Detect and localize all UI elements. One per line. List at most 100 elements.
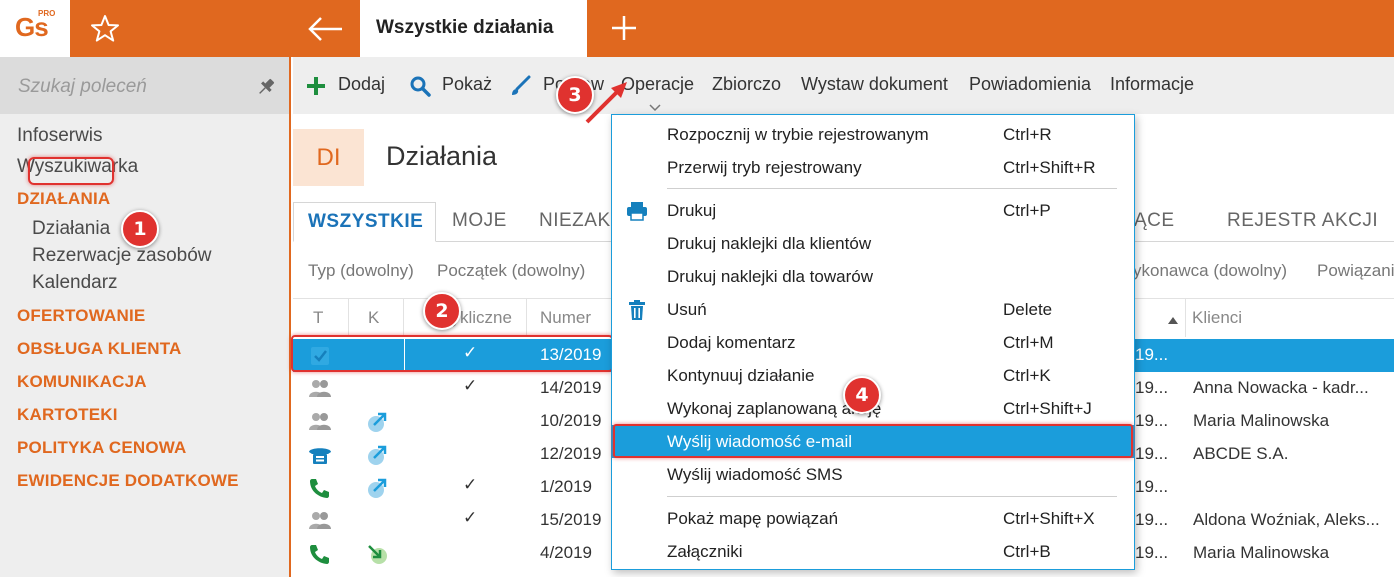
- menu-item-add-comment[interactable]: Dodaj komentarz Ctrl+M: [612, 326, 1134, 359]
- sidebar-section-polityka-cenowa[interactable]: POLITYKA CENOWA: [17, 438, 187, 458]
- app-logo[interactable]: Gs PRO: [0, 0, 70, 57]
- meeting-icon: [307, 377, 333, 401]
- sidebar-item-rezerwacje-zasobow[interactable]: Rezerwacje zasobów: [32, 245, 212, 267]
- pin-icon[interactable]: [255, 76, 277, 98]
- sidebar-section-ofertowanie[interactable]: OFERTOWANIE: [17, 306, 145, 326]
- sort-ascending-icon[interactable]: [1167, 312, 1179, 324]
- outgoing-icon: [365, 410, 391, 434]
- sidebar-section-komunikacja[interactable]: KOMUNIKACJA: [17, 372, 147, 392]
- tab-wszystkie[interactable]: WSZYSTKIE: [293, 202, 436, 242]
- menu-item-attachments[interactable]: Załączniki Ctrl+B: [612, 535, 1134, 568]
- column-separator: [526, 299, 527, 337]
- menu-item-stop-recorded-mode[interactable]: Przerwij tryb rejestrowany Ctrl+Shift+R: [612, 151, 1134, 184]
- show-button[interactable]: Pokaż: [442, 74, 492, 98]
- information-button[interactable]: Informacje: [1110, 74, 1194, 98]
- step-marker-4: 4: [843, 376, 881, 414]
- cell-date: 19...: [1135, 510, 1169, 529]
- new-tab-plus-icon[interactable]: [608, 12, 640, 44]
- chevron-down-icon[interactable]: [648, 100, 662, 112]
- meeting-icon: [307, 410, 333, 434]
- menu-item-label: Drukuj naklejki dla klientów: [667, 234, 872, 253]
- column-header-k[interactable]: K: [368, 308, 379, 328]
- column-separator: [348, 299, 349, 337]
- menu-item-print-product-labels[interactable]: Drukuj naklejki dla towarów: [612, 260, 1134, 293]
- sidebar-item-infoserwis[interactable]: Infoserwis: [17, 125, 103, 147]
- menu-item-shortcut: Delete: [1003, 300, 1053, 319]
- operations-dropdown-menu: Rozpocznij w trybie rejestrowanym Ctrl+R…: [611, 114, 1135, 570]
- cell-clients: Maria Malinowska: [1193, 543, 1330, 562]
- menu-item-label: Kontynuuj działanie: [667, 366, 815, 385]
- favorites-star-icon[interactable]: [88, 12, 122, 46]
- step-marker-1: 1: [121, 210, 159, 248]
- phone-icon: [307, 542, 333, 566]
- tab-biezace[interactable]: ĄCE: [1134, 210, 1175, 232]
- menu-item-label: Rozpocznij w trybie rejestrowanym: [667, 125, 929, 144]
- plus-icon[interactable]: [305, 75, 327, 97]
- back-arrow-icon[interactable]: [304, 12, 348, 46]
- tab-moje[interactable]: MOJE: [452, 210, 507, 232]
- cell-date: 19...: [1135, 444, 1169, 463]
- column-header-number[interactable]: Numer: [540, 308, 591, 328]
- filter-type[interactable]: Typ (dowolny): [308, 261, 414, 281]
- sidebar-section-kartoteki[interactable]: KARTOTEKI: [17, 405, 118, 425]
- menu-item-send-sms[interactable]: Wyślij wiadomość SMS: [612, 458, 1134, 491]
- cell-clients: ABCDE S.A.: [1193, 444, 1289, 463]
- column-separator: [403, 299, 404, 337]
- column-header-clients[interactable]: Klienci: [1192, 308, 1242, 328]
- menu-item-label: Wyślij wiadomość SMS: [667, 465, 843, 484]
- menu-item-label: Drukuj: [667, 201, 717, 220]
- menu-item-show-relations-map[interactable]: Pokaż mapę powiązań Ctrl+Shift+X: [612, 502, 1134, 535]
- sidebar-section-dzialania[interactable]: DZIAŁANIA: [17, 189, 110, 209]
- menu-item-start-recorded-mode[interactable]: Rozpocznij w trybie rejestrowanym Ctrl+R: [612, 118, 1134, 151]
- cell-number: 14/2019: [540, 378, 602, 397]
- selected-item-highlight: [28, 157, 114, 185]
- menu-item-delete[interactable]: Usuń Delete: [612, 293, 1134, 326]
- tab-rejestr-akcji[interactable]: REJESTR AKCJI: [1227, 210, 1378, 232]
- filter-start[interactable]: Początek (dowolny): [437, 261, 585, 281]
- cell-number: 12/2019: [540, 444, 602, 463]
- sidebar-item-dzialania[interactable]: Działania: [32, 218, 110, 240]
- brush-icon[interactable]: [509, 75, 531, 97]
- menu-item-shortcut: Ctrl+B: [1003, 542, 1051, 561]
- cell-date: 19...: [1135, 411, 1169, 430]
- column-separator: [1185, 299, 1186, 337]
- cell-date: 19...: [1135, 345, 1169, 364]
- top-bar: Gs PRO Wszystkie działania: [0, 0, 1394, 57]
- trash-icon: [626, 299, 648, 321]
- selected-row-highlight: [291, 335, 613, 372]
- menu-item-shortcut: Ctrl+Shift+X: [1003, 509, 1095, 528]
- menu-item-print[interactable]: Drukuj Ctrl+P: [612, 194, 1134, 227]
- cell-number: 1/2019: [540, 477, 592, 496]
- search-icon[interactable]: [409, 75, 431, 97]
- cell-clients: Anna Nowacka - kadr...: [1193, 378, 1369, 397]
- menu-item-label: Pokaż mapę powiązań: [667, 509, 839, 528]
- outgoing-icon: [365, 476, 391, 500]
- issue-document-button[interactable]: Wystaw dokument: [801, 74, 948, 98]
- notifications-button[interactable]: Powiadomienia: [969, 74, 1091, 98]
- cyclic-check: ✓: [463, 475, 478, 494]
- fax-icon: [307, 443, 333, 467]
- add-button[interactable]: Dodaj: [338, 74, 385, 98]
- step-marker-3: 3: [556, 76, 594, 114]
- sidebar-section-ewidencje-dodatkowe[interactable]: EWIDENCJE DODATKOWE: [17, 471, 239, 491]
- filter-executor[interactable]: ykonawca (dowolny): [1133, 261, 1287, 281]
- menu-item-print-client-labels[interactable]: Drukuj naklejki dla klientów: [612, 227, 1134, 260]
- column-header-t[interactable]: T: [313, 308, 323, 328]
- sidebar-item-kalendarz[interactable]: Kalendarz: [32, 272, 118, 294]
- menu-item-label: Drukuj naklejki dla towarów: [667, 267, 873, 286]
- search-placeholder: Szukaj poleceń: [18, 76, 147, 97]
- menu-item-shortcut: Ctrl+R: [1003, 125, 1052, 144]
- cell-clients: Maria Malinowska: [1193, 411, 1330, 430]
- cell-number: 15/2019: [540, 510, 602, 529]
- window-tab-all-actions[interactable]: Wszystkie działania: [360, 0, 587, 57]
- incoming-icon: [365, 542, 391, 566]
- sidebar-section-obsluga-klienta[interactable]: OBSŁUGA KLIENTA: [17, 339, 182, 359]
- filter-related[interactable]: Powiązani: [1317, 261, 1394, 281]
- operations-menu-button[interactable]: Operacje: [621, 74, 694, 98]
- command-search-input[interactable]: Szukaj poleceń: [0, 57, 289, 114]
- cell-date: 19...: [1135, 378, 1169, 397]
- cyclic-check: ✓: [463, 376, 478, 395]
- menu-item-label: Usuń: [667, 300, 707, 319]
- tab-wszystkie-label: WSZYSTKIE: [308, 211, 424, 232]
- summary-button[interactable]: Zbiorczo: [712, 74, 781, 98]
